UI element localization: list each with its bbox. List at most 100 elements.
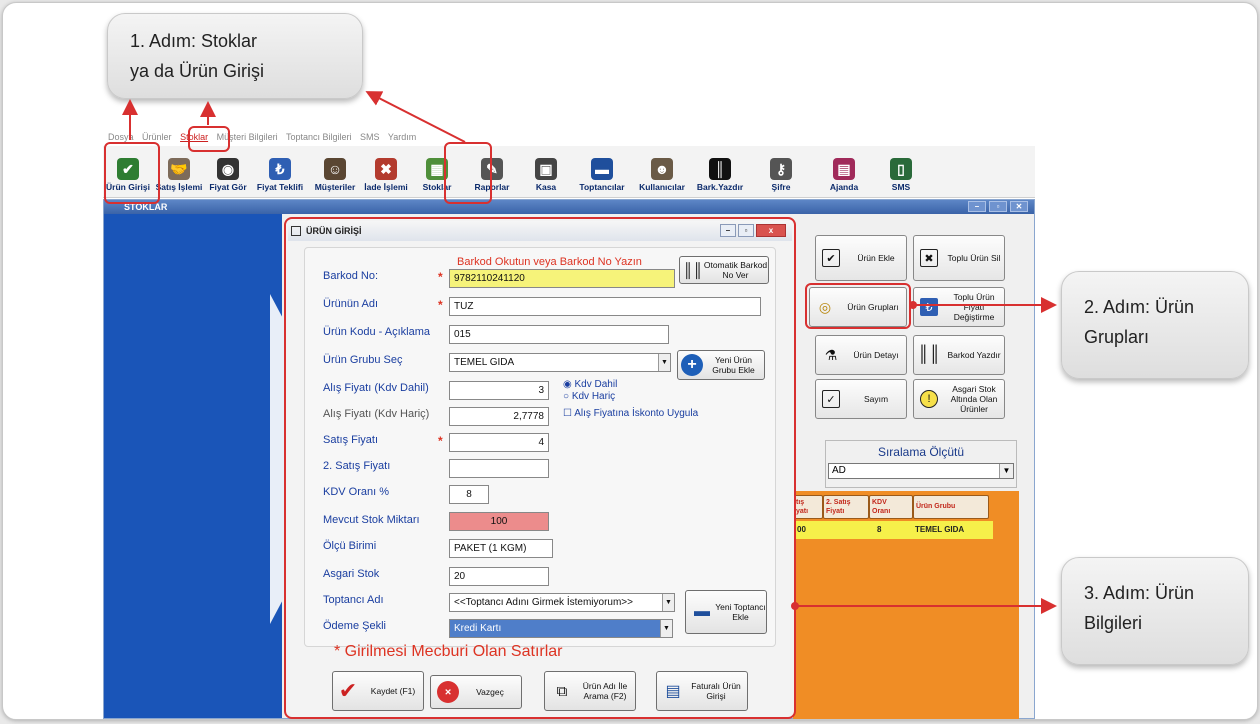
grid-header-2-satis-fiyati[interactable]: 2. Satış Fiyatı xyxy=(823,495,869,519)
minimize-icon[interactable]: – xyxy=(968,201,986,212)
radio-selected-icon: ◉ xyxy=(563,379,575,390)
satis-fiyati-2-input[interactable] xyxy=(449,459,549,478)
toolbar-bark-yazdir[interactable]: ║ Bark.Yazdır xyxy=(691,146,749,197)
toptanci-adi-select[interactable]: <<Toptancı Adını Girmek İstemiyorum>> ▼ xyxy=(449,593,675,612)
mevcut-stok-input[interactable]: 100 xyxy=(449,512,549,531)
table-row[interactable]: 00 8 TEMEL GIDA xyxy=(793,521,993,539)
kaydet-label: Kaydet (F1) xyxy=(370,686,416,696)
toolbar-fiyat-teklifi[interactable]: ₺ Fiyat Teklifi xyxy=(251,146,309,197)
stoklar-title-bar: STOKLAR – ▫ ✕ xyxy=(104,200,1034,214)
urun-girisi-title-bar: ÜRÜN GİRİŞİ – ▫ x xyxy=(288,221,792,241)
alis-fiyati-haric-input[interactable]: 2,7778 xyxy=(449,407,549,426)
required-note: * Girilmesi Mecburi Olan Satırlar xyxy=(334,643,563,660)
yeni-toptanci-button[interactable]: ▬ Yeni Toptancı Ekle xyxy=(685,590,767,634)
toolbar-label: Kasa xyxy=(535,182,557,192)
mevcut-stok-label: Mevcut Stok Miktarı xyxy=(323,514,420,526)
invoice-icon: ▤ xyxy=(665,683,681,700)
auto-barcode-label: Otomatik Barkod No Ver xyxy=(703,260,768,280)
odeme-sekli-select[interactable]: Kredi Kartı ▼ xyxy=(449,619,673,638)
key-icon: ⚷ xyxy=(770,158,792,180)
checkbox-icon: ☐ xyxy=(563,408,575,419)
urun-ekle-button[interactable]: ✔ Ürün Ekle xyxy=(815,235,907,281)
calendar-icon: ▤ xyxy=(833,158,855,180)
toolbar-label: Bark.Yazdır xyxy=(696,182,744,192)
toolbar-kasa[interactable]: ▣ Kasa xyxy=(521,146,571,197)
grid-header-urun-grubu[interactable]: Ürün Grubu xyxy=(913,495,989,519)
toolbar-sifre[interactable]: ⚷ Şifre xyxy=(749,146,813,197)
toolbar-fiyat-gor[interactable]: ◉ Fiyat Gör xyxy=(205,146,251,197)
urun-girisi-dialog: ÜRÜN GİRİŞİ – ▫ x Barkod Okutun veya Bar… xyxy=(284,217,796,719)
toolbar-iade-islemi[interactable]: ✖ İade İşlemi xyxy=(361,146,411,197)
urun-adi-ile-arama-button[interactable]: ⧉ Ürün Adı İle Arama (F2) xyxy=(544,671,636,711)
kdv-dahil-radio[interactable]: ◉ Kdv Dahil xyxy=(563,379,617,390)
toolbar-musteriler[interactable]: ☺ Müşteriler xyxy=(309,146,361,197)
siralama-value: AD xyxy=(832,465,846,476)
barkod-input[interactable]: 9782110241120 xyxy=(449,269,675,288)
olcu-birimi-input[interactable]: PAKET (1 KGM) xyxy=(449,539,553,558)
menu-item-sms[interactable]: SMS xyxy=(360,132,380,142)
lira-icon: ₺ xyxy=(269,158,291,180)
asgari-stok-button[interactable]: ! Asgari Stok Altında Olan Ürünler xyxy=(913,379,1005,419)
urun-kodu-input[interactable]: 015 xyxy=(449,325,669,344)
olcu-birimi-label: Ölçü Birimi xyxy=(323,540,377,552)
alis-fiyati-dahil-label: Alış Fiyatı (Kdv Dahil) xyxy=(323,382,429,394)
menu-item-urunler[interactable]: Ürünler xyxy=(142,132,172,142)
cancel-icon: ✕ xyxy=(437,681,459,703)
microscope-icon: ⚗ xyxy=(824,346,838,363)
maximize-icon[interactable]: ▫ xyxy=(989,201,1007,212)
menu-bar: Dosya Ürünler Stoklar Müşteri Bilgileri … xyxy=(108,132,1034,146)
toolbar-label: Toptancılar xyxy=(579,182,625,192)
chevron-down-icon: ▼ xyxy=(658,354,670,371)
toolbar-kullanicilar[interactable]: ☻ Kullanıcılar xyxy=(633,146,691,197)
check-icon: ✔ xyxy=(822,249,840,267)
callout-step-3-line-1: 3. Adım: Ürün xyxy=(1084,583,1195,603)
yeni-urun-grubu-button[interactable]: + Yeni Ürün Grubu Ekle xyxy=(677,350,765,380)
toolbar-ajanda[interactable]: ▤ Ajanda xyxy=(813,146,875,197)
toptanci-adi-label: Toptancı Adı xyxy=(323,594,384,606)
required-mark: * xyxy=(438,434,443,448)
kaydet-button[interactable]: ✔ Kaydet (F1) xyxy=(332,671,424,711)
close-icon[interactable]: ✕ xyxy=(1010,201,1028,212)
kdv-haric-radio[interactable]: ○ Kdv Hariç xyxy=(563,391,615,402)
menu-item-dosya[interactable]: Dosya xyxy=(108,132,134,142)
urun-grubu-select[interactable]: TEMEL GIDA ▼ xyxy=(449,353,671,372)
minimize-icon[interactable]: – xyxy=(720,224,736,237)
highlight-stoklar-menu xyxy=(188,126,230,152)
grid-header-satis-fiyati[interactable]: tış yatı xyxy=(793,495,823,519)
toolbar-label: Satış İşlemi xyxy=(155,182,203,192)
menu-item-yardim[interactable]: Yardım xyxy=(388,132,416,142)
toolbar-sms[interactable]: ▯ SMS xyxy=(875,146,927,197)
users-icon: ☻ xyxy=(651,158,673,180)
satis-fiyati-input[interactable]: 4 xyxy=(449,433,549,452)
menu-item-toptanci-bilgileri[interactable]: Toptancı Bilgileri xyxy=(286,132,352,142)
grid-header-kdv-orani[interactable]: KDV Oranı xyxy=(869,495,913,519)
iskonto-checkbox[interactable]: ☐ Alış Fiyatına İskonto Uygula xyxy=(563,408,698,419)
close-icon[interactable]: x xyxy=(756,224,786,237)
sayim-button[interactable]: ✓ Sayım xyxy=(815,379,907,419)
urun-detayi-button[interactable]: ⚗ Ürün Detayı xyxy=(815,335,907,375)
alis-fiyati-dahil-input[interactable]: 3 xyxy=(449,381,549,400)
vazgec-button[interactable]: ✕ Vazgeç xyxy=(430,675,522,709)
asgari-stok-input[interactable]: 20 xyxy=(449,567,549,586)
plus-icon: + xyxy=(681,354,703,376)
toplu-urun-sil-button[interactable]: ✖ Toplu Ürün Sil xyxy=(913,235,1005,281)
checkmark-icon: ✔ xyxy=(338,678,358,703)
maximize-icon[interactable]: ▫ xyxy=(738,224,754,237)
faturali-urun-girisi-button[interactable]: ▤ Faturalı Ürün Girişi xyxy=(656,671,748,711)
dialog-title: ÜRÜN GİRİŞİ xyxy=(306,226,362,236)
toolbar-toptancilar[interactable]: ▬ Toptancılar xyxy=(571,146,633,197)
auto-barcode-button[interactable]: ║║ Otomatik Barkod No Ver xyxy=(679,256,769,284)
toolbar-satis-islemi[interactable]: 🤝 Satış İşlemi xyxy=(153,146,205,197)
return-icon: ✖ xyxy=(375,158,397,180)
toplu-fiyat-degistirme-button[interactable]: ₺ Toplu Ürün Fiyatı Değiştirme xyxy=(913,287,1005,327)
siralama-select[interactable]: AD ▼ xyxy=(828,463,1014,479)
chevron-down-icon: ▼ xyxy=(662,594,674,611)
callout-step-1-line-2: ya da Ürün Girişi xyxy=(130,61,265,81)
kdv-orani-input[interactable]: 8 xyxy=(449,485,489,504)
form-panel: Barkod Okutun veya Barkod No Yazın ║║ Ot… xyxy=(304,247,776,647)
satis-fiyati-2-label: 2. Satış Fiyatı xyxy=(323,460,391,472)
toolbar-label: Fiyat Teklifi xyxy=(256,182,304,192)
barkod-yazdir-button[interactable]: ║║ Barkod Yazdır xyxy=(913,335,1005,375)
tutorial-frame: 1. Adım: Stoklar ya da Ürün Girişi 2. Ad… xyxy=(2,2,1258,720)
urun-adi-input[interactable]: TUZ xyxy=(449,297,761,316)
